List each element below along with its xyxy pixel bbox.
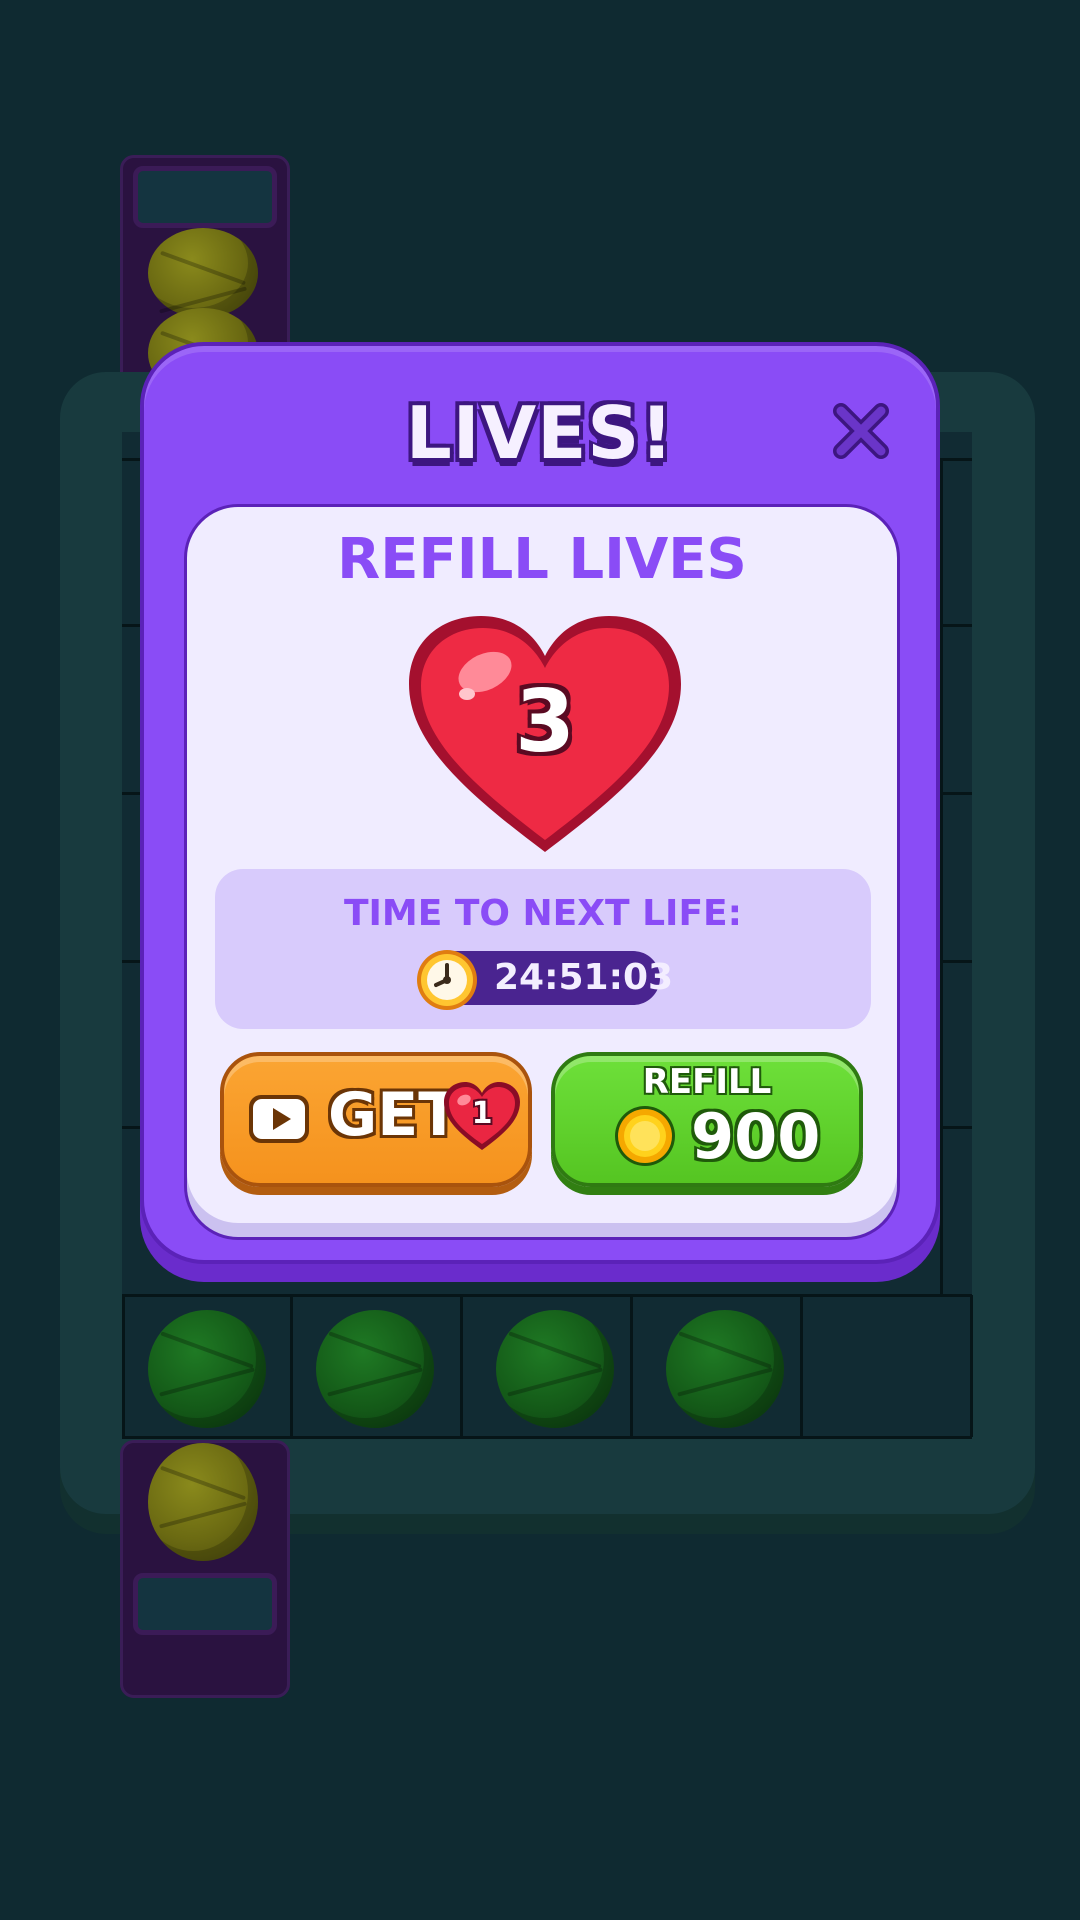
- timer-panel: TIME TO NEXT LIFE: 24:51:03: [215, 869, 871, 1029]
- grid-line: [122, 1295, 125, 1437]
- refill-card: REFILL LIVES 3 TIME TO NEXT LIFE: 24:51:…: [184, 504, 900, 1240]
- refill-button-label: REFILL: [642, 1062, 772, 1102]
- refill-coins-button[interactable]: REFILL 900: [551, 1052, 863, 1187]
- grid-line: [460, 1295, 463, 1437]
- reward-heart: 1: [442, 1080, 522, 1152]
- grid-line: [630, 1295, 633, 1437]
- get-life-video-button[interactable]: GET 1: [220, 1052, 532, 1187]
- modal-title: LIVES!: [405, 391, 675, 475]
- spool-slot: [133, 166, 277, 228]
- yarn-ball[interactable]: [316, 1310, 434, 1428]
- grid-line: [970, 1295, 973, 1437]
- timer-pill: 24:51:03: [417, 950, 673, 1010]
- grid-line: [940, 458, 943, 1294]
- video-play-icon: [249, 1095, 309, 1143]
- coin-icon: [615, 1106, 675, 1166]
- refill-price: 900: [691, 1100, 821, 1173]
- stopwatch-icon: [417, 950, 477, 1010]
- yarn-ball[interactable]: [666, 1310, 784, 1428]
- yarn-ball[interactable]: [496, 1310, 614, 1428]
- timer-label: TIME TO NEXT LIFE:: [343, 893, 743, 934]
- grid-line: [122, 1436, 972, 1439]
- yarn-ball: [148, 1443, 258, 1561]
- yarn-ball: [148, 228, 258, 318]
- grid-line: [122, 1294, 972, 1297]
- grid-line: [800, 1295, 803, 1437]
- get-button-label: GET: [328, 1080, 460, 1150]
- lives-count: 3: [515, 672, 575, 772]
- yarn-spool-bottom: [120, 1440, 290, 1698]
- lives-modal: LIVES! REFILL LIVES 3 TIME TO NEXT LIFE:: [140, 342, 940, 1264]
- lives-heart: 3: [405, 612, 685, 857]
- card-title: REFILL LIVES: [337, 527, 747, 592]
- grid-line: [290, 1295, 293, 1437]
- spool-slot: [133, 1573, 277, 1635]
- reward-heart-count: 1: [471, 1096, 493, 1131]
- timer-value: 24:51:03: [494, 957, 674, 998]
- close-icon[interactable]: [831, 401, 891, 461]
- yarn-ball[interactable]: [148, 1310, 266, 1428]
- close-button[interactable]: [831, 401, 891, 461]
